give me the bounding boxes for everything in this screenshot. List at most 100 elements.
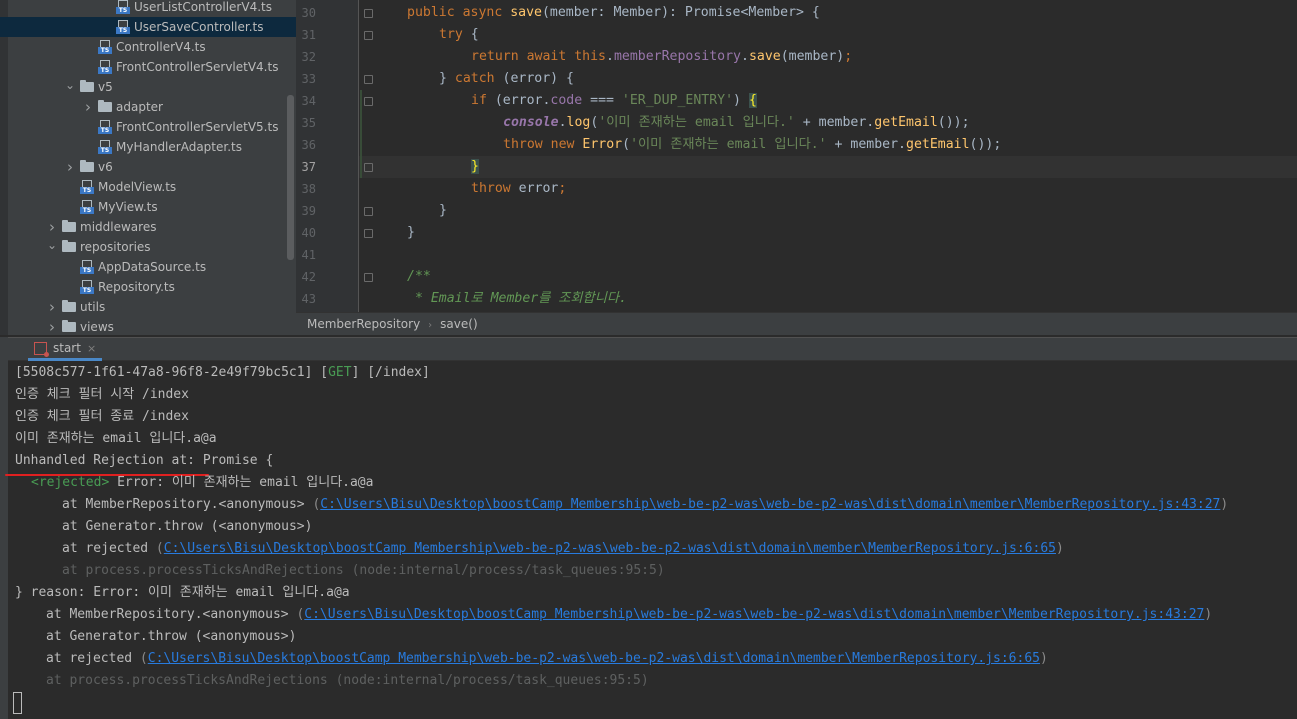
fold-marker-icon[interactable]: [364, 207, 373, 216]
chevron-right-icon[interactable]: ›: [64, 157, 76, 177]
tree-file[interactable]: TS ModelView.ts: [80, 177, 176, 197]
tree-item-label: FrontControllerServletV5.ts: [116, 120, 279, 134]
fold-marker-icon[interactable]: [364, 97, 373, 106]
tree-item-label: MyView.ts: [98, 200, 158, 214]
folder-icon: [62, 240, 76, 252]
tree-folder[interactable]: ⌄ v5: [64, 77, 113, 97]
run-tab-bar: start ×: [0, 337, 1297, 361]
typescript-file-icon: TS: [98, 60, 112, 74]
fold-marker-icon[interactable]: [364, 9, 373, 18]
typescript-file-icon: TS: [98, 140, 112, 154]
tree-file[interactable]: TS UserSaveController.ts: [0, 17, 296, 37]
chevron-right-icon[interactable]: ›: [46, 317, 58, 335]
fold-marker-icon[interactable]: [364, 273, 373, 282]
tree-item-label: Repository.ts: [98, 280, 175, 294]
code-line-31: try {: [439, 27, 479, 42]
tree-file[interactable]: TS UserListControllerV4.ts: [116, 0, 272, 17]
stack-link[interactable]: C:\Users\Bisu\Desktop\boostCamp Membersh…: [164, 541, 1056, 556]
line-number: 33: [301, 72, 316, 86]
tree-folder[interactable]: › v6: [64, 157, 113, 177]
line-number: 35: [301, 116, 316, 130]
fold-marker-icon[interactable]: [364, 163, 373, 172]
line-number: 37: [301, 160, 316, 174]
tree-file[interactable]: TS MyHandlerAdapter.ts: [98, 137, 242, 157]
line-number: 32: [301, 50, 316, 64]
console-line-rejected: <rejected> Error: 이미 존재하는 email 입니다.a@a: [31, 475, 374, 490]
tree-folder[interactable]: › utils: [46, 297, 105, 317]
tree-folder[interactable]: ⌄ repositories: [46, 237, 151, 257]
tree-folder[interactable]: › adapter: [82, 97, 163, 117]
chevron-right-icon[interactable]: ›: [82, 97, 94, 117]
console-line-reason: } reason: Error: 이미 존재하는 email 입니다.a@a: [15, 585, 350, 600]
tree-file[interactable]: TS ControllerV4.ts: [98, 37, 206, 57]
typescript-file-icon: TS: [80, 180, 94, 194]
tree-item-label: MyHandlerAdapter.ts: [116, 140, 242, 154]
chevron-right-icon[interactable]: ›: [46, 297, 58, 317]
run-tab-label: start: [53, 341, 81, 355]
console-line-reason-stack-2: at Generator.throw (<anonymous>): [46, 629, 297, 644]
code-line-39: }: [439, 203, 447, 218]
folder-icon: [80, 160, 94, 172]
stack-link[interactable]: C:\Users\Bisu\Desktop\boostCamp Membersh…: [148, 651, 1040, 666]
console-line-stack-2: at Generator.throw (<anonymous>): [62, 519, 313, 534]
tree-file[interactable]: TS FrontControllerServletV5.ts: [98, 117, 278, 137]
close-icon[interactable]: ×: [87, 342, 96, 355]
tool-window-strip: [0, 0, 8, 335]
chevron-down-icon[interactable]: ⌄: [46, 237, 58, 257]
tree-file[interactable]: TS MyView.ts: [80, 197, 158, 217]
console-line-stack-4: at process.processTicksAndRejections (no…: [62, 563, 665, 578]
code-line-36: throw new Error('이미 존재하는 email 입니다.' + m…: [503, 137, 1002, 152]
fold-marker-icon[interactable]: [364, 75, 373, 84]
tree-folder[interactable]: › middlewares: [46, 217, 156, 237]
line-number: 38: [301, 182, 316, 196]
code-line-32: return await this.memberRepository.save(…: [471, 49, 853, 64]
console-line-auth-start: 인증 체크 필터 시작 /index: [15, 387, 189, 402]
chevron-down-icon[interactable]: ⌄: [64, 77, 76, 97]
run-tool-strip: [0, 337, 8, 719]
typescript-file-icon: TS: [98, 40, 112, 54]
tree-folder[interactable]: › views: [46, 317, 114, 335]
stack-link[interactable]: C:\Users\Bisu\Desktop\boostCamp Membersh…: [304, 607, 1204, 622]
code-line-35: console.log('이미 존재하는 email 입니다.' + membe…: [503, 115, 970, 130]
typescript-file-icon: TS: [80, 280, 94, 294]
code-line-33: } catch (error) {: [439, 71, 574, 86]
console-line-stack-1: at MemberRepository.<anonymous> (C:\User…: [62, 497, 1229, 512]
folder-icon: [62, 220, 76, 232]
folder-icon: [62, 300, 76, 312]
tree-file[interactable]: TS AppDataSource.ts: [80, 257, 206, 277]
tree-item-label: utils: [80, 300, 106, 314]
console-line-reason-stack-4: at process.processTicksAndRejections (no…: [46, 673, 649, 688]
folder-icon: [62, 320, 76, 332]
console-line-auth-end: 인증 체크 필터 종료 /index: [15, 409, 189, 424]
tree-file[interactable]: TS Repository.ts: [80, 277, 175, 297]
tree-file[interactable]: TS FrontControllerServletV4.ts: [98, 57, 278, 77]
stack-link[interactable]: C:\Users\Bisu\Desktop\boostCamp Membersh…: [320, 497, 1220, 512]
line-number: 42: [301, 270, 316, 284]
breadcrumb-separator-icon: ›: [428, 320, 433, 331]
tree-item-label: repositories: [80, 240, 151, 254]
tree-scrollbar[interactable]: [287, 95, 294, 260]
tree-item-label: v6: [98, 160, 113, 174]
code-line-42: /**: [407, 269, 431, 284]
tree-item-label: adapter: [116, 100, 163, 114]
line-number: 41: [301, 248, 316, 262]
fold-marker-icon[interactable]: [364, 31, 373, 40]
line-number: 34: [301, 94, 316, 108]
code-line-43: * Email로 Member를 조회합니다.: [407, 291, 627, 306]
code-line-38: throw error;: [471, 181, 567, 196]
console-line-reason-stack-1: at MemberRepository.<anonymous> (C:\User…: [46, 607, 1213, 622]
fold-marker-icon[interactable]: [364, 229, 373, 238]
folder-icon: [98, 100, 112, 112]
tab-run-start[interactable]: start ×: [28, 338, 103, 361]
typescript-file-icon: TS: [98, 120, 112, 134]
breadcrumb-method[interactable]: save(): [440, 317, 477, 331]
breadcrumb-class[interactable]: MemberRepository: [307, 317, 420, 331]
tree-item-label: ControllerV4.ts: [116, 40, 206, 54]
tree-item-label: UserListControllerV4.ts: [134, 0, 272, 14]
tree-item-label: middlewares: [80, 220, 157, 234]
current-line-highlight: [359, 156, 1297, 178]
line-number: 39: [301, 204, 316, 218]
console-line-request: [5508c577-1f61-47a8-96f8-2e49f79bc5c1] […: [15, 365, 430, 380]
console-input-caret[interactable]: [13, 692, 22, 714]
tree-item-label: FrontControllerServletV4.ts: [116, 60, 279, 74]
